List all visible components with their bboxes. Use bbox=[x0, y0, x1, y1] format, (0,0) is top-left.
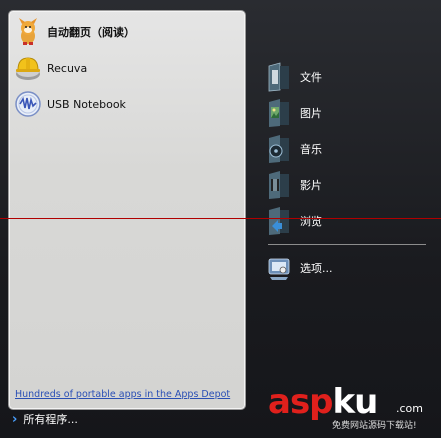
menu-item-explore[interactable]: 浏览 bbox=[266, 206, 322, 236]
menu-item-label: 影片 bbox=[300, 179, 322, 192]
pictures-folder-icon bbox=[266, 98, 292, 128]
app-item-usb-notebook[interactable]: USB Notebook bbox=[13, 89, 126, 119]
watermark-brand-white: ku bbox=[332, 382, 379, 422]
options-icon bbox=[266, 253, 292, 283]
watermark-brand-red: asp bbox=[268, 382, 334, 422]
chevron-right-icon: › bbox=[12, 411, 18, 427]
menu-item-options[interactable]: 选项... bbox=[266, 253, 333, 283]
apps-depot-link[interactable]: Hundreds of portable apps in the Apps De… bbox=[15, 389, 230, 400]
menu-item-label: 浏览 bbox=[300, 215, 322, 228]
app-item-recuva[interactable]: Recuva bbox=[13, 53, 87, 83]
menu-item-label: 选项... bbox=[300, 262, 333, 275]
videos-folder-icon bbox=[266, 170, 292, 200]
site-watermark: aspku .com 免费网站源码下载站! bbox=[268, 382, 438, 436]
pinned-apps-panel: 自动翻页（阅读） Recuva USB Notebook Hundreds of… bbox=[8, 10, 246, 410]
hard-hat-disk-icon bbox=[13, 53, 43, 83]
menu-item-documents[interactable]: 文件 bbox=[266, 62, 322, 92]
menu-item-pictures[interactable]: 图片 bbox=[266, 98, 322, 128]
documents-folder-icon bbox=[266, 62, 292, 92]
all-programs-label: 所有程序... bbox=[23, 413, 78, 426]
menu-item-music[interactable]: 音乐 bbox=[266, 134, 322, 164]
explore-folder-icon bbox=[266, 206, 292, 236]
app-label: 自动翻页（阅读） bbox=[47, 26, 135, 39]
watermark-logo: aspku bbox=[268, 382, 379, 422]
menu-item-videos[interactable]: 影片 bbox=[266, 170, 322, 200]
menu-item-label: 音乐 bbox=[300, 143, 322, 156]
all-programs-button[interactable]: › 所有程序... bbox=[12, 411, 78, 427]
watermark-tagline: 免费网站源码下载站! bbox=[332, 421, 417, 431]
watermark-suffix: .com bbox=[396, 402, 423, 415]
app-label: USB Notebook bbox=[47, 97, 126, 111]
menu-item-label: 图片 bbox=[300, 107, 322, 120]
menu-item-label: 文件 bbox=[300, 71, 322, 84]
music-folder-icon bbox=[266, 134, 292, 164]
app-label: Recuva bbox=[47, 61, 88, 75]
fox-character-icon bbox=[13, 17, 43, 47]
red-guide-line bbox=[0, 218, 441, 219]
app-item-auto-page-turn[interactable]: 自动翻页（阅读） bbox=[13, 17, 135, 47]
menu-separator bbox=[268, 244, 426, 245]
usb-notebook-icon bbox=[13, 89, 43, 119]
